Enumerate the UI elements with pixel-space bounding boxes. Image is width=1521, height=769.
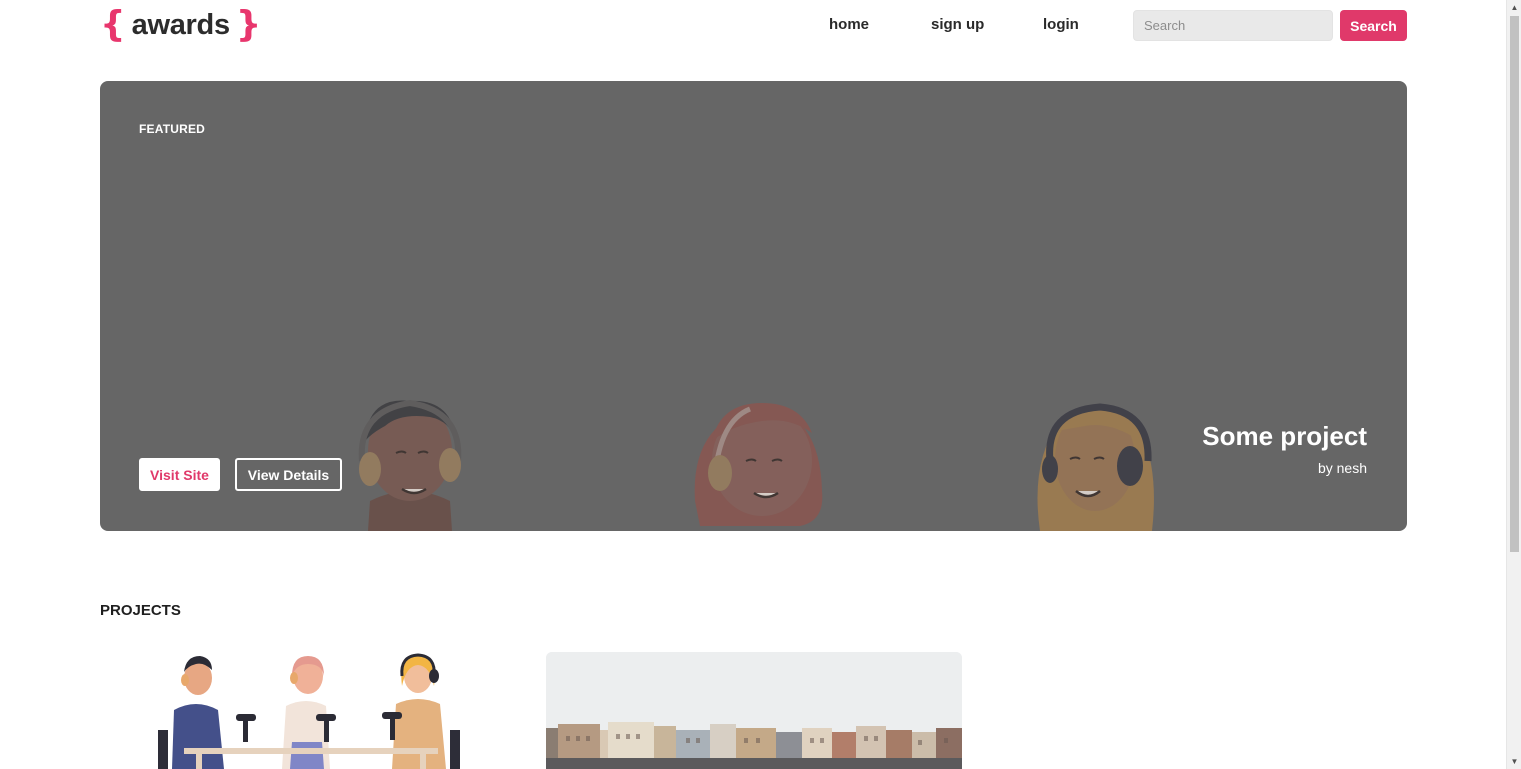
view-details-button[interactable]: View Details: [235, 458, 342, 491]
scrollbar-thumb[interactable]: [1510, 16, 1519, 552]
project-card[interactable]: [100, 652, 516, 769]
logo-brace-close: }: [235, 4, 262, 45]
logo-brace-open: {: [100, 4, 126, 45]
search-button[interactable]: Search: [1340, 10, 1407, 41]
nav-link-sign-up[interactable]: sign up: [931, 16, 984, 33]
city-waterfront-photo: [546, 652, 962, 769]
nav-link-login[interactable]: login: [1043, 16, 1079, 33]
projects-heading: PROJECTS: [100, 602, 181, 619]
nav-link-home[interactable]: home: [829, 16, 869, 33]
hero-person-left: [358, 399, 462, 531]
visit-site-button[interactable]: Visit Site: [139, 458, 220, 491]
scroll-down-arrow-icon[interactable]: ▼: [1507, 754, 1521, 769]
site-logo[interactable]: { awards }: [100, 6, 261, 44]
podcast-illustration: [158, 653, 460, 769]
featured-project-author: by nesh: [1317, 460, 1367, 476]
logo-text: awards: [131, 9, 230, 41]
scroll-up-arrow-icon[interactable]: ▲: [1507, 0, 1521, 15]
featured-hero: FEATURED Visit Site View Details Some pr…: [100, 81, 1407, 531]
featured-badge: FEATURED: [139, 122, 206, 136]
hero-person-middle: [694, 403, 823, 526]
featured-project-title: Some project: [1202, 421, 1367, 451]
project-card[interactable]: [546, 652, 962, 769]
search-input[interactable]: [1133, 10, 1333, 41]
vertical-scrollbar[interactable]: ▲ ▼: [1506, 0, 1521, 769]
hero-person-right: [1037, 403, 1154, 531]
